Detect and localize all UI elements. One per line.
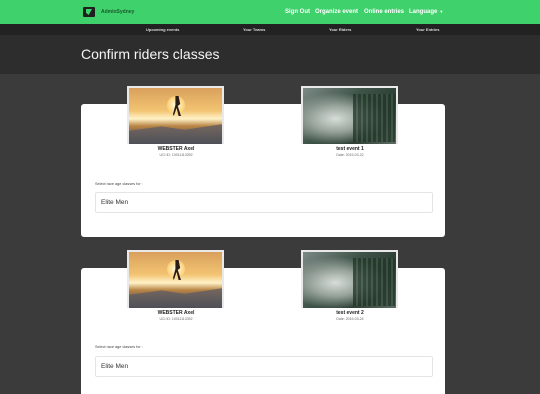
rider-uci-id: UCI ID: 10011113392 [159,317,193,321]
tab-your-riders[interactable]: Your Riders [329,27,351,32]
online-entries-link[interactable]: Online entries [364,9,404,15]
tab-your-teams[interactable]: Your Teams [243,27,265,32]
organize-event-link[interactable]: Organize event [315,9,358,15]
rider-uci-id: UCI ID: 10011113392 [159,153,193,157]
event-photo [301,250,398,308]
rider-name: WEBSTER Axel [157,310,195,316]
page-title: Confirm riders classes [81,46,220,62]
page-header: Confirm riders classes [0,35,540,74]
selected-class: Elite Men [101,199,129,206]
rider-photo [127,250,224,308]
tab-your-entries[interactable]: Your Entries [416,27,440,32]
class-select[interactable]: Elite Men [95,356,433,377]
entry-card: WEBSTER Axel UCI ID: 10011113392 test ev… [81,86,445,237]
language-label: Language [409,9,438,15]
event-date: Date: 2019-03-22 [336,153,364,157]
brand-name[interactable]: AdminSydney [101,9,134,15]
sign-out-link[interactable]: Sign Out [285,9,310,15]
secondary-nav: Upcoming events Your Teams Your Riders Y… [0,24,540,35]
event-photo [301,86,398,144]
tab-upcoming-events[interactable]: Upcoming events [146,27,179,32]
event-date: Date: 2019-03-24 [336,317,364,321]
entry-card: WEBSTER Axel UCI ID: 10011113392 test ev… [81,250,445,394]
select-classes-label: Select race age classes for : [95,182,143,186]
caret-down-icon: ▼ [439,9,444,14]
rider-photo [127,86,224,144]
event-name: test event 1 [336,146,364,152]
top-navbar: AdminSydney Sign Out Organize event Onli… [0,0,540,24]
rider-name: WEBSTER Axel [157,146,195,152]
event-name: test event 2 [336,310,364,316]
language-dropdown[interactable]: Language ▼ [409,9,443,15]
class-select[interactable]: Elite Men [95,192,433,213]
selected-class: Elite Men [101,363,129,370]
select-classes-label: Select race age classes for : [95,345,143,349]
logo-icon[interactable] [83,7,95,17]
